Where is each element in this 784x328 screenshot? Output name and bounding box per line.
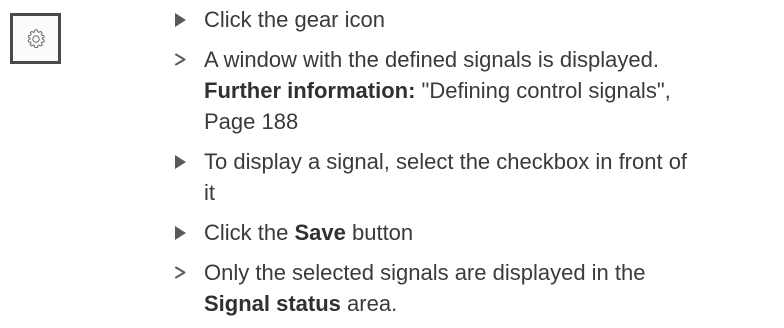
page-reference: Page 188: [204, 109, 299, 134]
further-information-line: Further information: "Defining control s…: [204, 75, 776, 106]
signal-status-suffix: area.: [340, 291, 398, 316]
further-information-label: Further information:: [204, 78, 416, 103]
result-chevron-icon: [170, 44, 190, 75]
instruction-step-gear: Click the gear icon: [168, 4, 776, 35]
instruction-text: Click the gear icon: [204, 7, 385, 32]
save-button-label: Save: [294, 220, 346, 245]
save-instruction-suffix: button: [345, 220, 414, 245]
result-step-signal-status: Only the selected signals are displayed …: [168, 257, 776, 319]
instruction-step-checkbox: To display a signal, select the checkbox…: [168, 146, 776, 208]
action-arrow-icon: [170, 217, 190, 248]
further-information-reference: "Defining control signals",: [415, 78, 671, 103]
instruction-text-line-1: To display a signal, select the checkbox…: [204, 149, 688, 174]
result-text-line-1: Only the selected signals are displayed …: [204, 260, 646, 285]
instruction-step-save: Click the Save button: [168, 217, 776, 248]
save-instruction-prefix: Click the: [204, 220, 295, 245]
signal-status-line: Signal status area.: [204, 288, 776, 319]
action-arrow-icon: [170, 146, 190, 177]
signal-status-label: Signal status: [204, 291, 341, 316]
gear-icon-button[interactable]: [10, 13, 61, 64]
result-chevron-icon: [170, 257, 190, 288]
gear-icon: [27, 28, 45, 48]
action-arrow-icon: [170, 4, 190, 35]
result-text: A window with the defined signals is dis…: [204, 47, 659, 72]
result-step-window: A window with the defined signals is dis…: [168, 44, 776, 137]
instruction-text-line-2: it: [204, 180, 215, 205]
instruction-list: Click the gear icon A window with the de…: [168, 4, 776, 328]
save-instruction: Click the Save button: [204, 217, 776, 248]
